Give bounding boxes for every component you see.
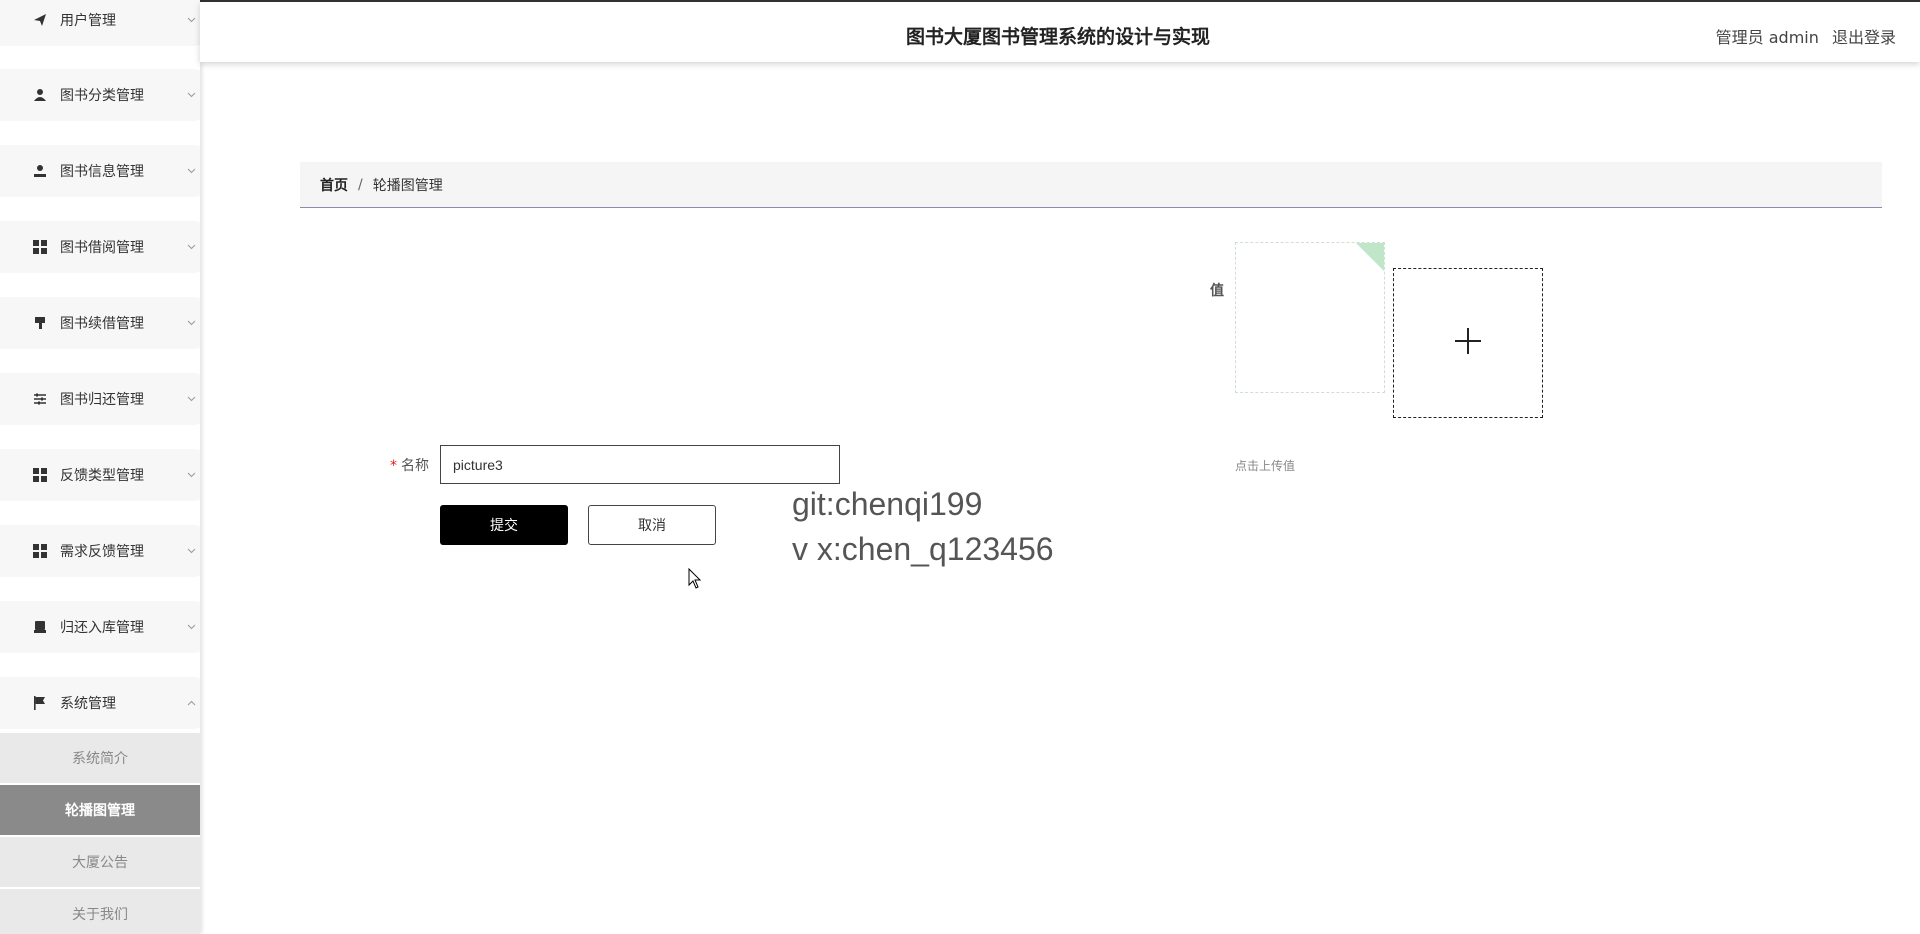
image-preview — [1235, 242, 1385, 393]
breadcrumb-current: 轮播图管理 — [372, 177, 443, 194]
submenu-about-us[interactable]: 关于我们 — [0, 889, 200, 934]
submenu-announcement[interactable]: 大厦公告 — [0, 837, 200, 887]
page-title: 图书大厦图书管理系统的设计与实现 — [906, 26, 1211, 48]
chevron-down-icon — [186, 15, 196, 25]
sidebar-item-label: 图书分类管理 — [60, 88, 144, 104]
chevron-up-icon — [186, 698, 196, 708]
flag-icon — [31, 694, 49, 712]
breadcrumb-separator: / — [358, 176, 363, 193]
mouse-cursor-icon — [688, 567, 704, 594]
sidebar-item-system-management[interactable]: 系统管理 — [0, 677, 200, 729]
upload-tip: 点击上传值 — [1235, 459, 1296, 473]
preview-corner-decoration — [1356, 243, 1384, 271]
breadcrumb-home[interactable]: 首页 — [320, 175, 348, 195]
value-label: 值 — [1210, 283, 1224, 299]
sidebar-item-label: 图书归还管理 — [60, 392, 144, 408]
chevron-down-icon — [186, 166, 196, 176]
chevron-down-icon — [186, 546, 196, 556]
sidebar-item-feedback-type-management[interactable]: 反馈类型管理 — [0, 449, 200, 501]
submit-button[interactable]: 提交 — [440, 505, 568, 545]
image-upload-button[interactable] — [1393, 268, 1543, 418]
user-icon — [31, 86, 49, 104]
name-label: * 名称 — [390, 455, 429, 475]
user-label: 管理员 admin — [1715, 28, 1819, 47]
submenu-system-intro[interactable]: 系统简介 — [0, 733, 200, 783]
breadcrumb: 首页 / 轮播图管理 — [300, 162, 1882, 208]
sidebar-item-book-info-management[interactable]: 图书信息管理 — [0, 145, 200, 197]
chevron-down-icon — [186, 470, 196, 480]
sliders-icon — [31, 390, 49, 408]
logout-link[interactable]: 退出登录 — [1832, 28, 1896, 47]
sidebar-item-renew-management[interactable]: 图书续借管理 — [0, 297, 200, 349]
inbox-icon — [31, 618, 49, 636]
watermark-line-2: v x:chen_q123456 — [792, 531, 1054, 567]
sidebar-item-user-management[interactable]: 用户管理 — [0, 0, 200, 46]
sidebar-item-label: 归还入库管理 — [60, 620, 144, 636]
user-icon — [31, 162, 49, 180]
brush-icon — [31, 314, 49, 332]
top-header: 图书大厦图书管理系统的设计与实现 管理员 admin 退出登录 — [200, 2, 1920, 62]
sidebar-item-label: 图书信息管理 — [60, 164, 144, 180]
sidebar-item-category-management[interactable]: 图书分类管理 — [0, 69, 200, 121]
sidebar: 用户管理 图书分类管理 图书信息管理 图书借阅管理 图书续借管理 图书归还管理 … — [0, 0, 200, 934]
chevron-down-icon — [186, 242, 196, 252]
plus-icon — [1454, 327, 1482, 359]
chevron-down-icon — [186, 318, 196, 328]
cancel-button[interactable]: 取消 — [588, 505, 716, 545]
sidebar-item-label: 图书借阅管理 — [60, 240, 144, 256]
sidebar-item-borrow-management[interactable]: 图书借阅管理 — [0, 221, 200, 273]
sidebar-item-label: 用户管理 — [60, 13, 116, 29]
watermark-line-1: git:chenqi199 — [792, 486, 983, 522]
sidebar-item-warehousing-management[interactable]: 归还入库管理 — [0, 601, 200, 653]
sidebar-item-label: 需求反馈管理 — [60, 544, 144, 560]
chevron-down-icon — [186, 622, 196, 632]
name-input[interactable] — [440, 445, 840, 484]
chevron-down-icon — [186, 90, 196, 100]
name-label-text: 名称 — [401, 458, 429, 474]
chevron-down-icon — [186, 394, 196, 404]
sidebar-item-label: 系统管理 — [60, 696, 116, 712]
grid-icon — [31, 238, 49, 256]
sidebar-item-return-management[interactable]: 图书归还管理 — [0, 373, 200, 425]
sidebar-item-feedback-management[interactable]: 需求反馈管理 — [0, 525, 200, 577]
grid-icon — [31, 542, 49, 560]
sidebar-item-label: 图书续借管理 — [60, 316, 144, 332]
header-user-area: 管理员 admin 退出登录 — [1708, 24, 1896, 48]
submenu-carousel-management[interactable]: 轮播图管理 — [0, 785, 200, 835]
paper-plane-icon — [31, 11, 49, 29]
required-marker: * — [390, 458, 397, 474]
sidebar-item-label: 反馈类型管理 — [60, 468, 144, 484]
grid-icon — [31, 466, 49, 484]
